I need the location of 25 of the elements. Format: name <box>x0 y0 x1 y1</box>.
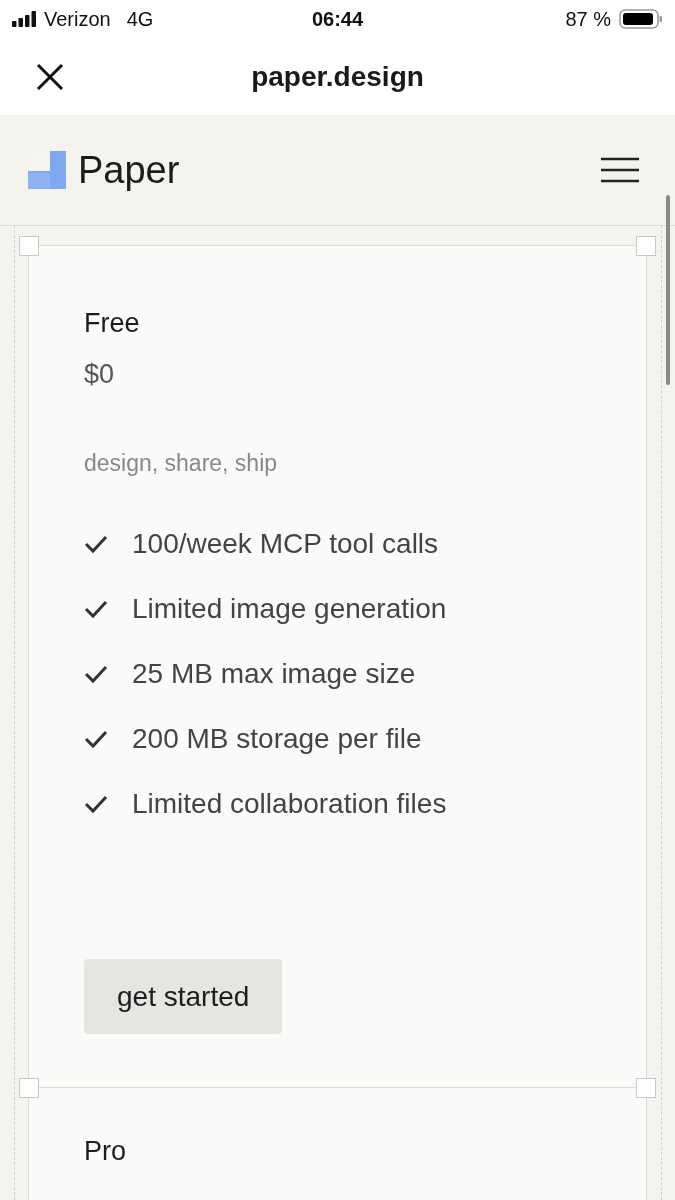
plan-name: Free <box>84 308 141 339</box>
plan-name: Pro <box>84 1136 128 1167</box>
get-started-button[interactable]: get started <box>84 959 283 1034</box>
menu-icon[interactable] <box>601 157 639 183</box>
check-icon <box>84 598 108 619</box>
clock-time: 06:44 <box>311 7 364 31</box>
close-button[interactable] <box>35 61 65 92</box>
signal-icon <box>12 11 38 27</box>
battery-percent: 87 % <box>565 7 611 31</box>
check-icon <box>84 793 108 814</box>
feature-text: Limited image generation <box>132 592 447 625</box>
feature-text: Limited collaboration files <box>132 787 447 820</box>
brand-logo[interactable]: Paper <box>28 148 180 192</box>
plan-price: $0 <box>84 359 116 390</box>
check-icon <box>84 533 108 554</box>
feature-text: 200 MB storage per file <box>132 722 422 755</box>
page-address: paper.design <box>251 60 424 93</box>
network-type: 4G <box>126 7 154 31</box>
plan-tagline: design, share, ship <box>84 450 279 477</box>
check-icon <box>84 728 108 749</box>
check-icon <box>84 663 108 684</box>
battery-icon <box>619 9 663 29</box>
carrier-name: Verizon <box>44 7 111 31</box>
feature-text: 25 MB max image size <box>132 657 416 690</box>
feature-text: 100/week MCP tool calls <box>132 527 439 560</box>
